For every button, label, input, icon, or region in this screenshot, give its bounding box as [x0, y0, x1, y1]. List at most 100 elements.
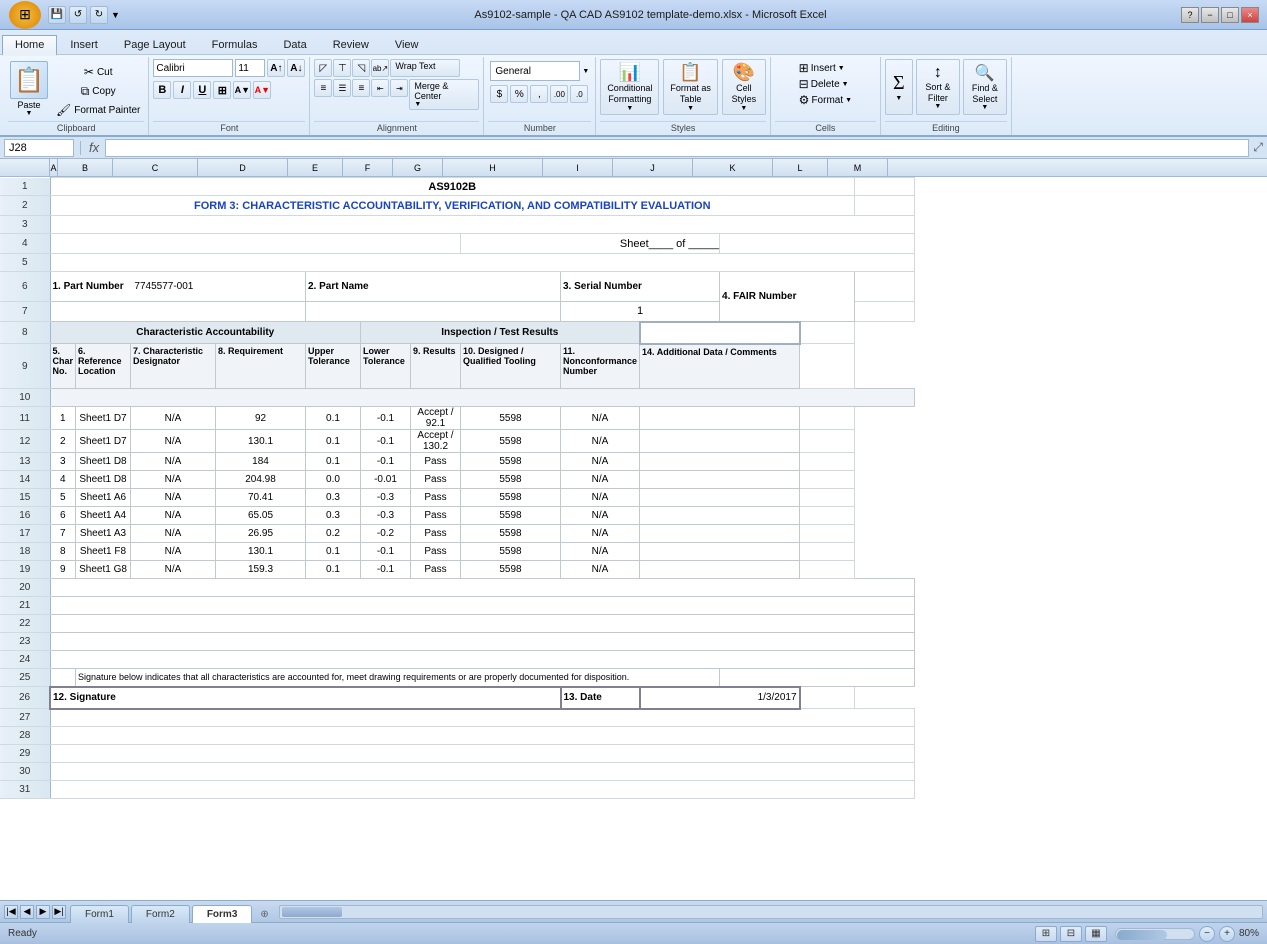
cell-6-m[interactable] — [855, 272, 915, 302]
font-color-button[interactable]: A▼ — [253, 81, 271, 99]
d-18-result[interactable]: Pass — [411, 543, 461, 561]
sort-filter-button[interactable]: ↕ Sort &Filter ▼ — [916, 59, 960, 115]
col-header-tooling[interactable]: 10. Designed / Qualified Tooling — [461, 344, 561, 389]
d-13-char[interactable]: 3 — [50, 453, 76, 471]
cell-char-accountability[interactable]: Characteristic Accountability — [50, 322, 361, 344]
col-header-ref[interactable]: 6. Reference Location — [76, 344, 131, 389]
cell-20[interactable] — [50, 579, 915, 597]
d-12-result[interactable]: Accept / 130.2 — [411, 430, 461, 453]
d-16-ref[interactable]: Sheet1 A4 — [76, 507, 131, 525]
d-18-des[interactable]: N/A — [131, 543, 216, 561]
d-11-m[interactable] — [800, 407, 855, 430]
d-13-lower[interactable]: -0.1 — [361, 453, 411, 471]
insert-label[interactable]: Insert — [811, 63, 836, 74]
d-11-lower[interactable]: -0.1 — [361, 407, 411, 430]
cell-part-name-label[interactable]: 2. Part Name — [306, 272, 561, 302]
cell-8-j[interactable] — [640, 322, 800, 344]
d-19-nonconf[interactable]: N/A — [561, 561, 640, 579]
col-header-des[interactable]: 7. Characteristic Designator — [131, 344, 216, 389]
formula-input[interactable] — [105, 139, 1249, 157]
col-header-F[interactable]: F — [343, 159, 393, 176]
redo-quick-btn[interactable]: ↻ — [90, 6, 108, 24]
d-11-result[interactable]: Accept / 92.1 — [411, 407, 461, 430]
d-19-upper[interactable]: 0.1 — [306, 561, 361, 579]
col-header-M[interactable]: M — [828, 159, 888, 176]
col-header-results[interactable]: 9. Results — [411, 344, 461, 389]
currency-btn[interactable]: $ — [490, 85, 508, 103]
d-14-m[interactable] — [800, 471, 855, 489]
orient-btn[interactable]: ab↗ — [371, 59, 389, 77]
d-15-tooling[interactable]: 5598 — [461, 489, 561, 507]
name-box[interactable] — [4, 139, 74, 157]
font-name-input[interactable] — [153, 59, 233, 77]
d-12-nonconf[interactable]: N/A — [561, 430, 640, 453]
format-arrow[interactable]: ▼ — [845, 97, 852, 104]
d-11-des[interactable]: N/A — [131, 407, 216, 430]
d-13-comments[interactable] — [640, 453, 800, 471]
d-13-nonconf[interactable]: N/A — [561, 453, 640, 471]
cell-fair-number-label[interactable]: 4. FAIR Number — [720, 272, 855, 322]
delete-arrow[interactable]: ▼ — [842, 81, 849, 88]
sheet-tab-form1[interactable]: Form1 — [70, 905, 129, 923]
d-12-ref[interactable]: Sheet1 D7 — [76, 430, 131, 453]
d-14-lower[interactable]: -0.01 — [361, 471, 411, 489]
cell-serial-value[interactable]: 1 — [561, 302, 720, 322]
number-format-box[interactable]: General — [490, 61, 580, 81]
cell-7-f[interactable] — [306, 302, 561, 322]
d-12-lower[interactable]: -0.1 — [361, 430, 411, 453]
col-header-char[interactable]: 5. Char No. — [50, 344, 76, 389]
cell-25-a[interactable] — [50, 669, 76, 687]
d-17-char[interactable]: 7 — [50, 525, 76, 543]
delete-label[interactable]: Delete — [811, 79, 840, 90]
align-top-right-btn[interactable]: ◹ — [352, 59, 370, 77]
paste-button[interactable]: 📋 Paste ▼ — [8, 59, 50, 119]
d-12-char[interactable]: 2 — [50, 430, 76, 453]
tab-formulas[interactable]: Formulas — [199, 35, 271, 54]
quick-access-dropdown[interactable]: ▼ — [111, 10, 120, 20]
col-header-E[interactable]: E — [288, 159, 343, 176]
cell-9-m[interactable] — [800, 344, 855, 389]
d-12-m[interactable] — [800, 430, 855, 453]
h-scrollbar-thumb[interactable] — [282, 907, 342, 917]
formula-expand-btn[interactable]: ⤢ — [1253, 140, 1263, 155]
cell-date-label[interactable]: 13. Date — [561, 687, 640, 709]
d-17-des[interactable]: N/A — [131, 525, 216, 543]
find-select-button[interactable]: 🔍 Find &Select ▼ — [963, 59, 1007, 115]
cell-4-left[interactable] — [50, 234, 461, 254]
cell-23[interactable] — [50, 633, 915, 651]
d-14-req[interactable]: 204.98 — [216, 471, 306, 489]
d-11-tooling[interactable]: 5598 — [461, 407, 561, 430]
d-12-req[interactable]: 130.1 — [216, 430, 306, 453]
d-14-des[interactable]: N/A — [131, 471, 216, 489]
tab-page-layout[interactable]: Page Layout — [111, 35, 199, 54]
cell-1-m[interactable] — [855, 178, 915, 196]
d-19-ref[interactable]: Sheet1 G8 — [76, 561, 131, 579]
d-14-comments[interactable] — [640, 471, 800, 489]
d-19-result[interactable]: Pass — [411, 561, 461, 579]
d-16-comments[interactable] — [640, 507, 800, 525]
d-19-req[interactable]: 159.3 — [216, 561, 306, 579]
sheet-scroll-area[interactable]: 1 AS9102B 2 FORM 3: CHARACTERISTIC ACCOU… — [0, 177, 1267, 900]
underline-button[interactable]: U — [193, 81, 211, 99]
d-18-tooling[interactable]: 5598 — [461, 543, 561, 561]
cell-10[interactable] — [50, 389, 915, 407]
d-14-char[interactable]: 4 — [50, 471, 76, 489]
cell-29[interactable] — [50, 745, 915, 763]
d-17-tooling[interactable]: 5598 — [461, 525, 561, 543]
border-button[interactable]: ⊞ — [213, 81, 231, 99]
cell-8-m[interactable] — [800, 322, 855, 344]
align-right-btn[interactable]: ≡ — [352, 79, 370, 97]
cell-27[interactable] — [50, 709, 915, 727]
col-header-lower[interactable]: Lower Tolerance — [361, 344, 411, 389]
cell-sheet-of[interactable]: Sheet____ of _____ — [461, 234, 720, 254]
tab-insert[interactable]: Insert — [57, 35, 111, 54]
col-header-A[interactable]: A — [50, 159, 58, 176]
d-19-m[interactable] — [800, 561, 855, 579]
paste-arrow[interactable]: ▼ — [26, 110, 33, 117]
tab-last-btn[interactable]: ▶| — [52, 905, 66, 919]
cell-inspection-results[interactable]: Inspection / Test Results — [361, 322, 640, 344]
d-17-result[interactable]: Pass — [411, 525, 461, 543]
d-17-lower[interactable]: -0.2 — [361, 525, 411, 543]
d-18-upper[interactable]: 0.1 — [306, 543, 361, 561]
increase-decimal-btn[interactable]: .00 — [550, 85, 568, 103]
